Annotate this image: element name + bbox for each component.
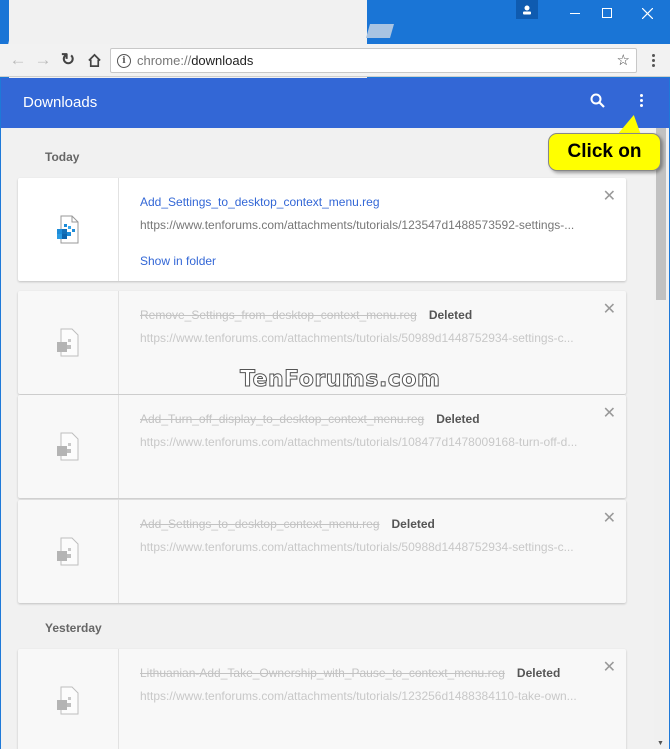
- download-url[interactable]: https://www.tenforums.com/attachments/tu…: [140, 689, 586, 703]
- tab-customization-settings[interactable]: Customization Settings c ✕: [8, 0, 189, 469]
- home-icon: [87, 53, 101, 67]
- dot-icon: [651, 58, 655, 62]
- reload-icon: ↻: [60, 50, 76, 69]
- registry-file-icon: [57, 686, 79, 714]
- show-in-folder-link[interactable]: Show in folder: [140, 254, 216, 268]
- registry-file-icon: [57, 328, 79, 356]
- download-filename: Add_Settings_to_desktop_context_menu.reg: [140, 517, 380, 531]
- remove-from-list-icon[interactable]: ✕: [603, 186, 616, 206]
- section-label-yesterday: Yesterday: [45, 621, 102, 635]
- file-icon-column: [18, 395, 119, 498]
- dot-icon: [639, 94, 643, 97]
- home-button[interactable]: [84, 50, 104, 70]
- download-filename: Remove_Settings_from_desktop_context_men…: [140, 308, 417, 322]
- status-badge: Deleted: [516, 666, 561, 680]
- remove-from-list-icon[interactable]: ✕: [603, 403, 616, 423]
- maximize-button[interactable]: [590, 0, 624, 26]
- download-filename: Lithuanian-Add_Take_Ownership_with_Pause…: [140, 666, 505, 680]
- reload-button[interactable]: ↻: [58, 50, 78, 70]
- arrow-right-icon: →: [34, 50, 52, 69]
- minimize-icon: [570, 13, 580, 14]
- address-bar[interactable]: i chrome://downloads ☆: [110, 48, 637, 73]
- download-url[interactable]: https://www.tenforums.com/attachments/tu…: [140, 218, 586, 232]
- download-item: Add_Settings_to_desktop_context_menu.reg…: [18, 178, 626, 281]
- info-icon[interactable]: i: [117, 53, 131, 68]
- section-label-today: Today: [45, 150, 80, 164]
- remove-from-list-icon[interactable]: ✕: [603, 299, 616, 319]
- close-icon: [641, 7, 653, 19]
- file-icon-column: [18, 291, 119, 394]
- back-button[interactable]: ←: [8, 50, 28, 70]
- window-close-button[interactable]: [630, 0, 664, 26]
- file-icon-column: [18, 649, 119, 749]
- download-item: Add_Settings_to_desktop_context_menu.reg…: [18, 500, 626, 603]
- tab-downloads[interactable]: Downloads ✕: [180, 0, 367, 469]
- title-bar: Customization Settings c ✕ Downloads ✕: [0, 0, 670, 469]
- registry-file-icon: [57, 537, 79, 565]
- downloads-header: Downloads: [1, 78, 669, 128]
- bookmark-star-icon[interactable]: ☆: [617, 51, 630, 69]
- download-item: Add_Turn_off_display_to_desktop_context_…: [18, 395, 626, 498]
- download-url[interactable]: https://www.tenforums.com/attachments/tu…: [140, 435, 586, 449]
- download-item: Lithuanian-Add_Take_Ownership_with_Pause…: [18, 649, 626, 749]
- forward-button[interactable]: →: [33, 50, 53, 70]
- dot-icon: [651, 53, 655, 57]
- maximize-icon: [602, 8, 612, 18]
- minimize-button[interactable]: [560, 0, 590, 26]
- dot-icon: [639, 104, 643, 107]
- downloads-menu-button[interactable]: [637, 94, 645, 112]
- file-icon-column: [18, 500, 119, 603]
- registry-file-icon: [57, 215, 79, 243]
- url-scheme: chrome://: [137, 53, 192, 68]
- status-badge: Deleted: [436, 412, 480, 426]
- new-tab-button[interactable]: [366, 24, 394, 38]
- page-title: Downloads: [23, 94, 98, 111]
- remove-from-list-icon[interactable]: ✕: [603, 657, 616, 677]
- person-icon: [523, 5, 531, 14]
- browser-toolbar: ← → ↻ i chrome://downloads ☆: [0, 44, 670, 77]
- dot-icon: [651, 63, 655, 67]
- registry-file-icon: [57, 432, 79, 460]
- remove-from-list-icon[interactable]: ✕: [603, 508, 616, 528]
- download-url[interactable]: https://www.tenforums.com/attachments/tu…: [140, 331, 586, 345]
- dot-icon: [639, 99, 643, 102]
- scroll-down-arrow-icon[interactable]: ▼: [657, 740, 664, 747]
- download-filename: Add_Turn_off_display_to_desktop_context_…: [140, 412, 425, 426]
- downloads-list: Today Add_Settings_to_desktop_context_me…: [1, 128, 669, 749]
- profile-button[interactable]: [516, 0, 538, 19]
- vertical-scrollbar[interactable]: ▼: [654, 128, 668, 749]
- chrome-menu-button[interactable]: [647, 50, 659, 70]
- status-badge: Deleted: [428, 308, 473, 322]
- search-button[interactable]: [589, 92, 609, 112]
- search-icon: [590, 93, 605, 108]
- download-filename-link[interactable]: Add_Settings_to_desktop_context_menu.reg: [140, 195, 380, 209]
- download-url[interactable]: https://www.tenforums.com/attachments/tu…: [140, 540, 586, 554]
- click-on-callout: Click on: [548, 133, 661, 171]
- watermark: TenForums.com: [239, 367, 441, 393]
- status-badge: Deleted: [391, 517, 435, 531]
- file-icon-column: [18, 178, 119, 281]
- url-host: downloads: [191, 53, 254, 68]
- arrow-left-icon: ←: [9, 50, 27, 69]
